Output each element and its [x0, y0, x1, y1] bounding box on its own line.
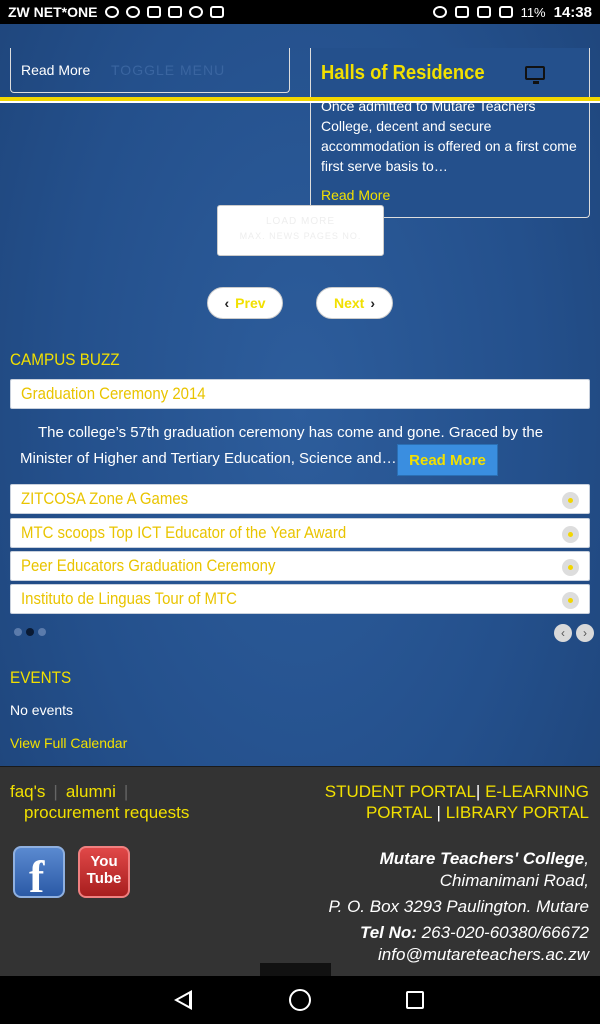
accordion-item-label: Peer Educators Graduation Ceremony — [21, 556, 276, 575]
footer: faq's | alumni | procurement requests f You… — [0, 766, 600, 1001]
youtube-glyph-top: You — [90, 853, 118, 870]
alarm-icon — [432, 6, 447, 18]
recycle-icon — [105, 6, 120, 18]
chevron-right-icon: › — [370, 295, 376, 311]
usb-icon — [168, 6, 183, 18]
address-line: P. O. Box 3293 Paulington. Mutare — [328, 897, 589, 916]
college-name: Mutare Teachers' College — [379, 849, 585, 868]
battery-level: 11% — [520, 4, 546, 20]
carousel-dot-active[interactable] — [26, 628, 34, 636]
carousel-dot[interactable] — [14, 628, 22, 636]
wifi-icon — [454, 6, 469, 18]
card-title: Halls of Residence — [321, 62, 485, 84]
carrier-name: ZW NET*ONE — [8, 4, 98, 20]
carousel-dots — [14, 628, 46, 636]
carousel-next-button[interactable]: › — [576, 624, 594, 642]
accordion-item[interactable]: Peer Educators Graduation Ceremony — [10, 551, 590, 581]
student-portal-link[interactable]: STUDENT PORTAL — [325, 782, 476, 801]
prev-label: Prev — [235, 295, 266, 311]
recent-apps-icon[interactable] — [406, 991, 424, 1009]
buzz-read-more-button[interactable]: Read More — [397, 444, 498, 476]
contact-address: Mutare Teachers' College, Chimanimani Ro… — [269, 848, 589, 966]
battery-icon — [498, 6, 513, 18]
youtube-notification-icon — [210, 6, 225, 18]
prev-button[interactable]: ‹ Prev — [207, 287, 283, 319]
home-icon[interactable] — [289, 989, 311, 1011]
page-content: TOGGLE MENU Read More Halls of Residence… — [0, 24, 600, 1001]
accordion-item-label: ZITCOSA Zone A Games — [21, 489, 189, 508]
youtube-icon[interactable]: You Tube — [78, 846, 130, 898]
accordion-item-label: Instituto de Linguas Tour of MTC — [21, 589, 237, 608]
library-portal-link[interactable]: LIBRARY PORTAL — [446, 803, 589, 822]
footer-links: faq's | alumni | procurement requests — [10, 782, 190, 823]
nav-divider-white — [0, 101, 600, 103]
carousel-arrows: ‹ › — [554, 624, 594, 642]
clock: 14:38 — [553, 3, 592, 21]
expand-dot-icon[interactable] — [562, 592, 579, 609]
news-card-halls: Halls of Residence Once admitted to Muta… — [310, 48, 590, 218]
portal-links: STUDENT PORTAL| E-LEARNING PORTAL | LIBR… — [324, 782, 589, 822]
events-title: EVENTS — [10, 668, 72, 687]
address-line: Chimanimani Road, — [439, 871, 589, 890]
procurement-link[interactable]: procurement requests — [10, 802, 189, 823]
accordion-item[interactable]: MTC scoops Top ICT Educator of the Year … — [10, 518, 590, 548]
back-icon[interactable] — [174, 990, 192, 1010]
load-more-button[interactable]: LOAD MORE MAX. NEWS PAGES NO. — [217, 205, 384, 256]
notification-icons — [105, 6, 225, 18]
alumni-link[interactable]: alumni — [66, 782, 116, 801]
left-read-more-link[interactable]: Read More — [21, 62, 90, 78]
status-bar: ZW NET*ONE 11% 14:38 — [0, 0, 600, 24]
next-button[interactable]: Next › — [316, 287, 393, 319]
full-calendar-link[interactable]: View Full Calendar — [10, 735, 127, 751]
carousel-prev-button[interactable]: ‹ — [554, 624, 572, 642]
monitor-icon — [525, 66, 545, 84]
toggle-menu-ghost-text: TOGGLE MENU — [111, 62, 226, 78]
accordion-item[interactable]: ZITCOSA Zone A Games — [10, 484, 590, 514]
tel-label: Tel No: — [359, 923, 417, 942]
facebook-icon[interactable]: f — [13, 846, 65, 902]
load-more-sublabel: MAX. NEWS PAGES NO. — [239, 231, 362, 241]
expand-dot-icon[interactable] — [562, 526, 579, 543]
next-label: Next — [333, 295, 365, 311]
faqs-link[interactable]: faq's — [10, 782, 45, 801]
whatsapp-icon — [126, 6, 141, 18]
load-more-label: LOAD MORE — [265, 216, 335, 227]
halls-read-more-link[interactable]: Read More — [321, 187, 390, 203]
no-events-text: No events — [10, 702, 74, 718]
expand-dot-icon[interactable] — [562, 492, 579, 509]
accordion-item-label: MTC scoops Top ICT Educator of the Year … — [21, 523, 347, 542]
news-card-left: TOGGLE MENU Read More — [10, 48, 290, 93]
youtube-glyph-bottom: Tube — [86, 870, 122, 887]
carousel-dot[interactable] — [38, 628, 46, 636]
expand-dot-icon[interactable] — [562, 559, 579, 576]
signal-icon — [476, 6, 491, 18]
chevron-left-icon: ‹ — [224, 295, 230, 311]
system-nav-bar — [0, 976, 600, 1024]
accordion-item-label: Graduation Ceremony 2014 — [21, 384, 206, 403]
facebook-glyph: f — [29, 851, 45, 902]
app-icon — [189, 6, 204, 18]
card-body: Once admitted to Mutare Teachers College… — [321, 98, 577, 174]
accordion-item[interactable]: Instituto de Linguas Tour of MTC — [10, 584, 590, 614]
accordion-item[interactable]: Graduation Ceremony 2014 — [10, 379, 590, 409]
campus-buzz-title: CAMPUS BUZZ — [10, 350, 120, 369]
telephone: 263-020-60380/66672 — [421, 923, 589, 942]
image-icon — [147, 6, 162, 18]
